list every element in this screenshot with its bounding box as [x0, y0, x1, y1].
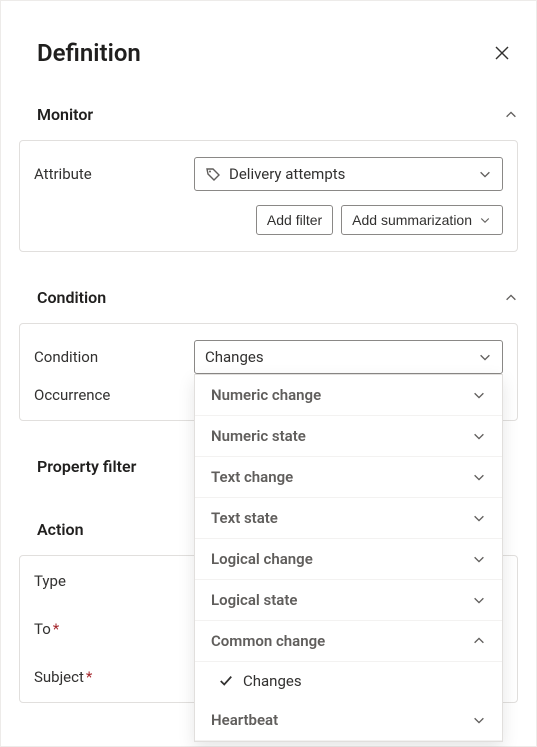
- chevron-down-icon: [478, 350, 492, 364]
- condition-label: Condition: [34, 348, 194, 366]
- dropdown-group[interactable]: Numeric state: [195, 416, 502, 457]
- chevron-down-icon: [472, 713, 486, 727]
- add-filter-button[interactable]: Add filter: [256, 205, 333, 235]
- chevron-down-icon: [472, 429, 486, 443]
- dropdown-group-label: Numeric change: [211, 386, 321, 404]
- dropdown-item-label: Changes: [243, 672, 302, 690]
- section-title-monitor: Monitor: [37, 105, 93, 124]
- chevron-up-icon: [504, 291, 518, 305]
- dropdown-group[interactable]: Text state: [195, 498, 502, 539]
- tag-icon: [205, 166, 221, 182]
- dropdown-group-label: Numeric state: [211, 427, 306, 445]
- close-button[interactable]: [486, 37, 518, 69]
- section-header-condition[interactable]: Condition: [19, 280, 518, 315]
- section-body-monitor: Attribute Delivery attempts Add f: [19, 140, 518, 252]
- required-asterisk: *: [53, 620, 59, 638]
- chevron-down-icon: [478, 167, 492, 181]
- dropdown-group-label: Common change: [211, 632, 325, 650]
- attribute-select[interactable]: Delivery attempts: [194, 157, 503, 191]
- attribute-value: Delivery attempts: [229, 165, 345, 183]
- dropdown-group[interactable]: Numeric change: [195, 375, 502, 416]
- dropdown-group-label: Heartbeat: [211, 711, 278, 729]
- add-summarization-label: Add summarization: [352, 212, 472, 228]
- chevron-down-icon: [472, 511, 486, 525]
- required-asterisk: *: [86, 668, 92, 686]
- section-title-property-filter: Property filter: [37, 457, 136, 476]
- dropdown-group-label: Logical state: [211, 591, 297, 609]
- attribute-label: Attribute: [34, 165, 194, 183]
- add-filter-label: Add filter: [267, 212, 322, 228]
- dropdown-group-label: Text change: [211, 468, 293, 486]
- section-title-condition: Condition: [37, 288, 106, 307]
- section-body-condition: Condition Changes Numeric changeNumeric …: [19, 323, 518, 421]
- close-icon: [494, 45, 510, 61]
- chevron-down-icon: [472, 552, 486, 566]
- condition-select[interactable]: Changes: [194, 340, 503, 374]
- condition-value: Changes: [205, 348, 264, 366]
- chevron-down-icon: [472, 593, 486, 607]
- chevron-up-icon: [472, 634, 486, 648]
- dropdown-group[interactable]: Common change: [195, 621, 502, 662]
- section-title-action: Action: [37, 520, 84, 539]
- dropdown-group[interactable]: Logical change: [195, 539, 502, 580]
- occurrence-label: Occurrence: [34, 386, 194, 404]
- type-label: Type: [34, 572, 194, 590]
- page-title: Definition: [19, 39, 141, 67]
- chevron-down-icon: [472, 388, 486, 402]
- check-icon: [219, 674, 233, 688]
- dropdown-group-label: Text state: [211, 509, 278, 527]
- subject-label: Subject*: [34, 668, 194, 686]
- add-summarization-button[interactable]: Add summarization: [341, 205, 503, 235]
- section-header-monitor[interactable]: Monitor: [19, 97, 518, 132]
- dropdown-item[interactable]: Changes: [195, 662, 502, 700]
- dropdown-group-label: Logical change: [211, 550, 313, 568]
- chevron-down-icon: [472, 470, 486, 484]
- dropdown-group[interactable]: Logical state: [195, 580, 502, 621]
- dropdown-group[interactable]: Heartbeat: [195, 700, 502, 741]
- condition-dropdown[interactable]: Numeric change Numeric state Text change Te…: [194, 374, 503, 742]
- dropdown-group[interactable]: Text change: [195, 457, 502, 498]
- chevron-up-icon: [504, 108, 518, 122]
- chevron-down-icon: [478, 213, 492, 227]
- to-label: To*: [34, 620, 194, 638]
